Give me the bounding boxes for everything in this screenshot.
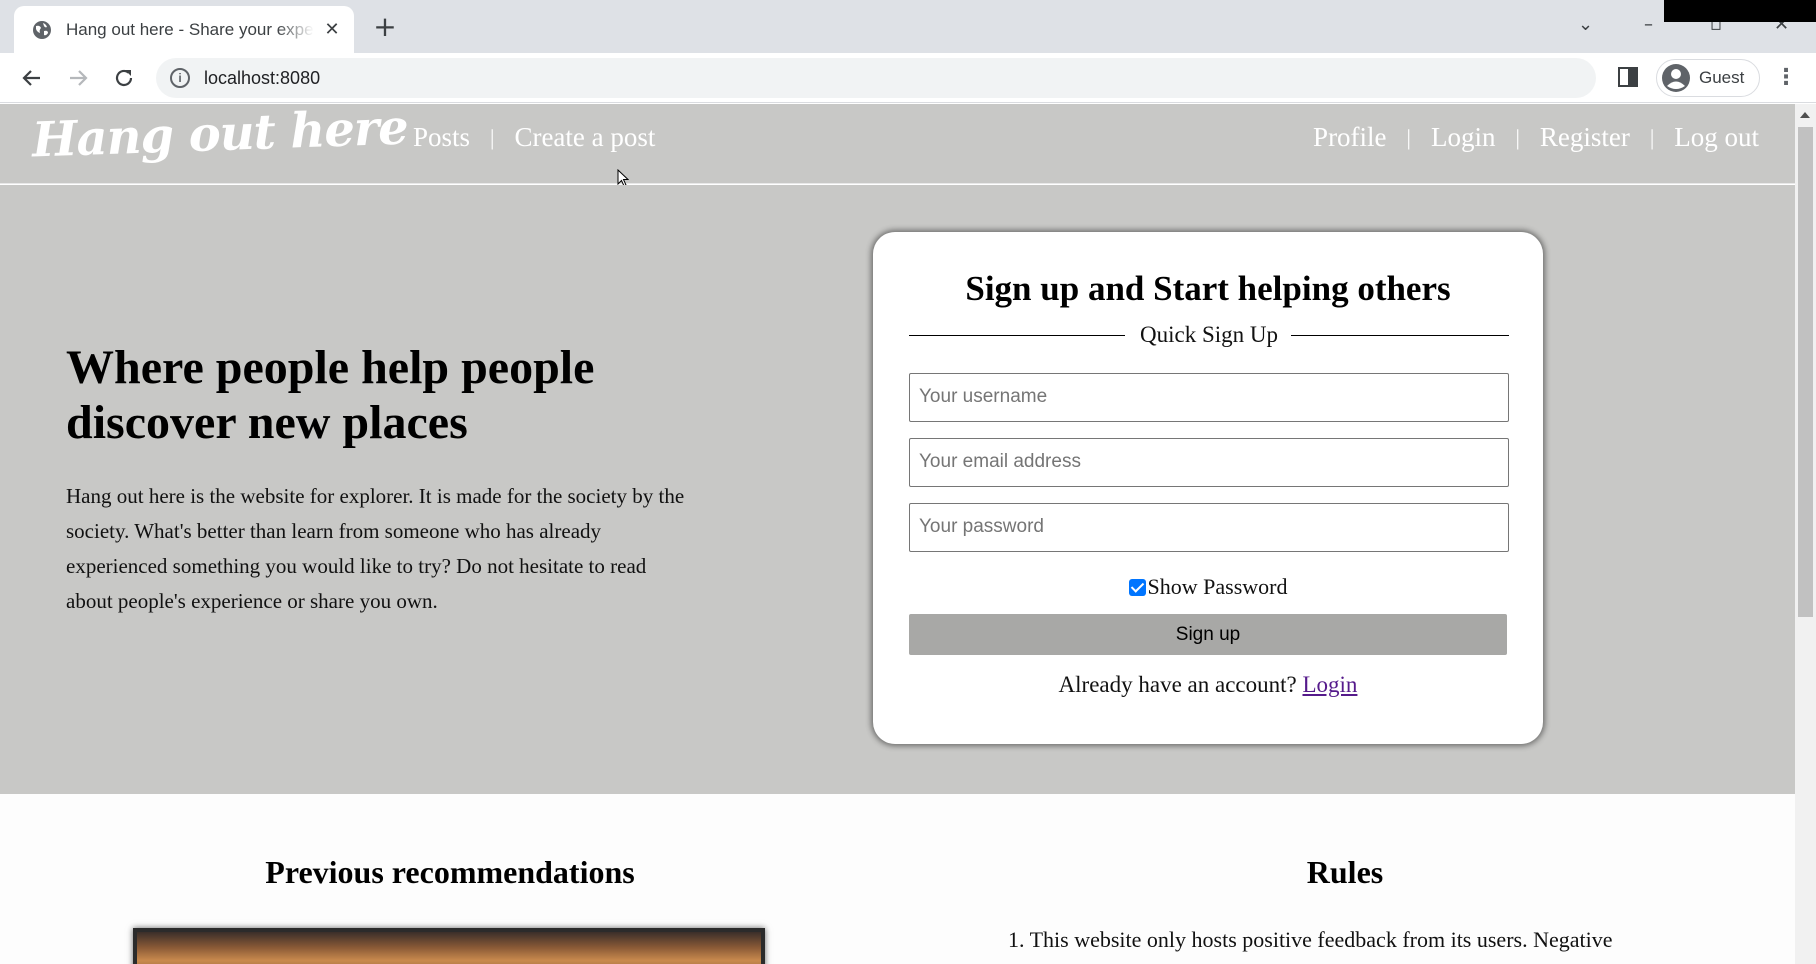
username-input[interactable]: Your username: [909, 373, 1509, 422]
tab-search-icon[interactable]: ⌄: [1578, 10, 1593, 40]
site-info-icon[interactable]: i: [170, 68, 190, 88]
nav-login[interactable]: Login: [1431, 122, 1496, 153]
page-viewport: Hang out here Posts | Create a post Prof…: [0, 104, 1795, 964]
avatar-icon: [1662, 64, 1690, 92]
email-input[interactable]: Your email address: [909, 438, 1509, 487]
url-text: localhost:8080: [204, 67, 321, 88]
reload-button[interactable]: [108, 62, 140, 94]
already-account-row: Already have an account? Login: [873, 672, 1543, 698]
signup-card: Sign up and Start helping others Quick S…: [873, 232, 1543, 744]
nav-register[interactable]: Register: [1540, 122, 1630, 153]
nav-separator: |: [490, 124, 495, 150]
forward-button[interactable]: [62, 62, 94, 94]
lower-section: Previous recommendations Rules 1. This w…: [0, 794, 1795, 964]
reload-icon: [115, 69, 133, 87]
rules-title: Rules: [1306, 854, 1384, 890]
nav-profile[interactable]: Profile: [1313, 122, 1387, 153]
quick-signup-divider: Quick Sign Up: [909, 322, 1509, 350]
address-bar[interactable]: i localhost:8080: [156, 58, 1596, 98]
recommendation-image[interactable]: [133, 928, 765, 964]
back-button[interactable]: [16, 62, 48, 94]
nav-create-post[interactable]: Create a post: [514, 122, 655, 153]
site-logo[interactable]: Hang out here: [31, 104, 408, 169]
hero-section: Where people help people discover new pl…: [0, 185, 1795, 794]
profile-button[interactable]: Guest: [1656, 59, 1760, 97]
nav-posts[interactable]: Posts: [413, 122, 470, 153]
show-password-label[interactable]: Show Password: [1148, 574, 1288, 600]
login-link[interactable]: Login: [1302, 672, 1357, 697]
show-password-row: Show Password: [873, 574, 1543, 600]
overlay-bar: [1664, 0, 1816, 22]
recommendations-title: Previous recommendations: [265, 854, 635, 890]
nav-right: Profile | Login | Register | Log out: [1313, 122, 1759, 153]
forward-arrow-icon: [70, 70, 88, 86]
signup-title: Sign up and Start helping others: [965, 269, 1451, 308]
globe-icon: [33, 20, 51, 39]
new-tab-button[interactable]: +: [370, 10, 400, 44]
nav-logout[interactable]: Log out: [1674, 122, 1759, 153]
nav-separator: |: [1649, 124, 1655, 150]
page-scrollbar[interactable]: [1795, 104, 1816, 964]
profile-label: Guest: [1699, 68, 1745, 87]
already-account-text: Already have an account?: [1058, 672, 1297, 697]
site-navbar: Hang out here Posts | Create a post Prof…: [0, 104, 1795, 187]
browser-toolbar: i localhost:8080 Guest ⋮: [0, 53, 1816, 103]
hero-heading: Where people help people discover new pl…: [66, 341, 595, 449]
hero-description: Hang out here is the website for explore…: [66, 484, 685, 613]
scroll-up-icon[interactable]: [1800, 112, 1810, 118]
divider-label: Quick Sign Up: [1140, 322, 1278, 347]
nav-separator: |: [1406, 124, 1411, 150]
minimize-icon[interactable]: –: [1644, 10, 1653, 40]
tab-title: Hang out here - Share your experiences: [66, 19, 314, 39]
scrollbar-thumb[interactable]: [1798, 127, 1813, 617]
side-panel-icon[interactable]: [1617, 66, 1639, 88]
nav-left: Posts | Create a post: [413, 122, 655, 153]
browser-tabstrip: Hang out here - Share your experiences ✕…: [0, 0, 1816, 53]
browser-tab[interactable]: Hang out here - Share your experiences ✕: [14, 6, 354, 53]
nav-separator: |: [1515, 124, 1520, 150]
rule-item: 1. This website only hosts positive feed…: [1008, 927, 1613, 952]
back-arrow-icon: [22, 70, 40, 86]
show-password-checkbox[interactable]: [1128, 578, 1146, 596]
close-tab-icon[interactable]: ✕: [322, 19, 342, 40]
signup-button[interactable]: Sign up: [909, 614, 1507, 655]
menu-icon[interactable]: ⋮: [1770, 62, 1802, 94]
password-input[interactable]: Your password: [909, 503, 1509, 552]
